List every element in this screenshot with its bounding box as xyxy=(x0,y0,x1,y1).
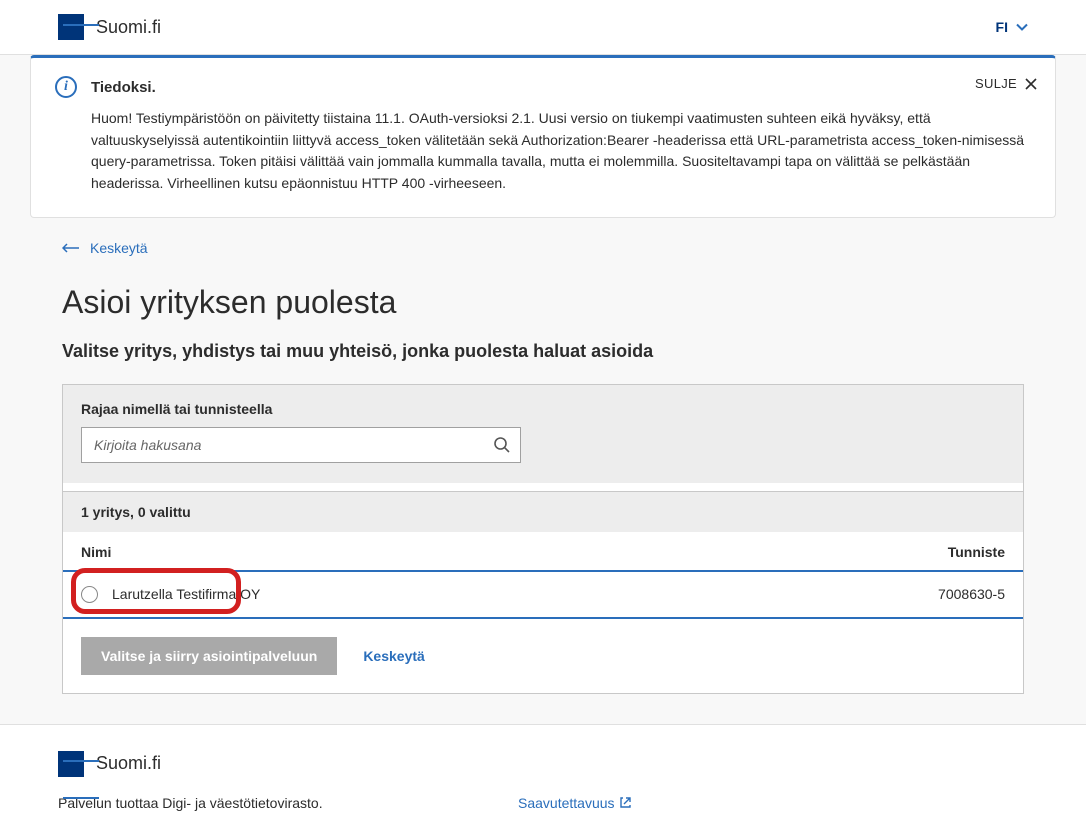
count-bar: 1 yritys, 0 valittu xyxy=(63,491,1023,532)
info-icon: i xyxy=(55,76,77,98)
site-footer: Suomi.fi Palvelun tuottaa Digi- ja väest… xyxy=(0,725,1086,837)
table-header: Nimi Tunniste xyxy=(63,532,1023,572)
back-link[interactable]: Keskeytä xyxy=(62,240,148,256)
page-subtitle: Valitse yritys, yhdistys tai muu yhteisö… xyxy=(62,341,1056,362)
table-row[interactable]: Larutzella Testifirma OY 7008630-5 xyxy=(63,572,1023,619)
close-icon xyxy=(1025,78,1037,90)
brand-mark-icon xyxy=(58,751,84,777)
action-bar: Valitse ja siirry asiointipalveluun Kesk… xyxy=(63,619,1023,693)
alert-close-button[interactable]: SULJE xyxy=(975,76,1037,91)
cancel-button[interactable]: Keskeytä xyxy=(363,648,425,664)
brand-logo[interactable]: Suomi.fi xyxy=(58,14,161,40)
row-name: Larutzella Testifirma OY xyxy=(112,586,938,602)
site-header: Suomi.fi FI xyxy=(0,0,1086,55)
filter-label: Rajaa nimellä tai tunnisteella xyxy=(81,401,1005,417)
col-name-header: Nimi xyxy=(81,544,111,560)
col-id-header: Tunniste xyxy=(948,544,1005,560)
chevron-down-icon xyxy=(1016,23,1028,31)
brand-name: Suomi.fi xyxy=(96,17,161,38)
footer-provider: Palvelun tuottaa Digi- ja väestötietovir… xyxy=(58,795,518,811)
row-radio[interactable] xyxy=(81,586,98,603)
external-link-icon xyxy=(619,796,632,809)
back-label: Keskeytä xyxy=(90,240,148,256)
footer-brand[interactable]: Suomi.fi xyxy=(58,751,1028,777)
alert-title: Tiedoksi. xyxy=(91,79,156,96)
submit-button[interactable]: Valitse ja siirry asiointipalveluun xyxy=(81,637,337,675)
language-selector[interactable]: FI xyxy=(996,19,1028,35)
footer-brand-name: Suomi.fi xyxy=(96,753,161,774)
main-content: i Tiedoksi. SULJE Huom! Testiympäristöön… xyxy=(0,55,1086,725)
search-input[interactable] xyxy=(81,427,521,463)
accessibility-label: Saavutettavuus xyxy=(518,795,615,811)
arrow-left-icon xyxy=(62,243,80,253)
row-id: 7008630-5 xyxy=(938,586,1005,602)
alert-body: Huom! Testiympäristöön on päivitetty tii… xyxy=(91,108,1031,195)
filter-box: Rajaa nimellä tai tunnisteella xyxy=(63,385,1023,483)
search-icon xyxy=(493,436,511,454)
info-alert: i Tiedoksi. SULJE Huom! Testiympäristöön… xyxy=(30,55,1056,218)
alert-close-label: SULJE xyxy=(975,76,1017,91)
selection-panel: Rajaa nimellä tai tunnisteella 1 yritys,… xyxy=(62,384,1024,694)
page-title: Asioi yrityksen puolesta xyxy=(62,284,1056,321)
accessibility-link[interactable]: Saavutettavuus xyxy=(518,795,632,811)
language-label: FI xyxy=(996,19,1008,35)
brand-mark-icon xyxy=(58,14,84,40)
